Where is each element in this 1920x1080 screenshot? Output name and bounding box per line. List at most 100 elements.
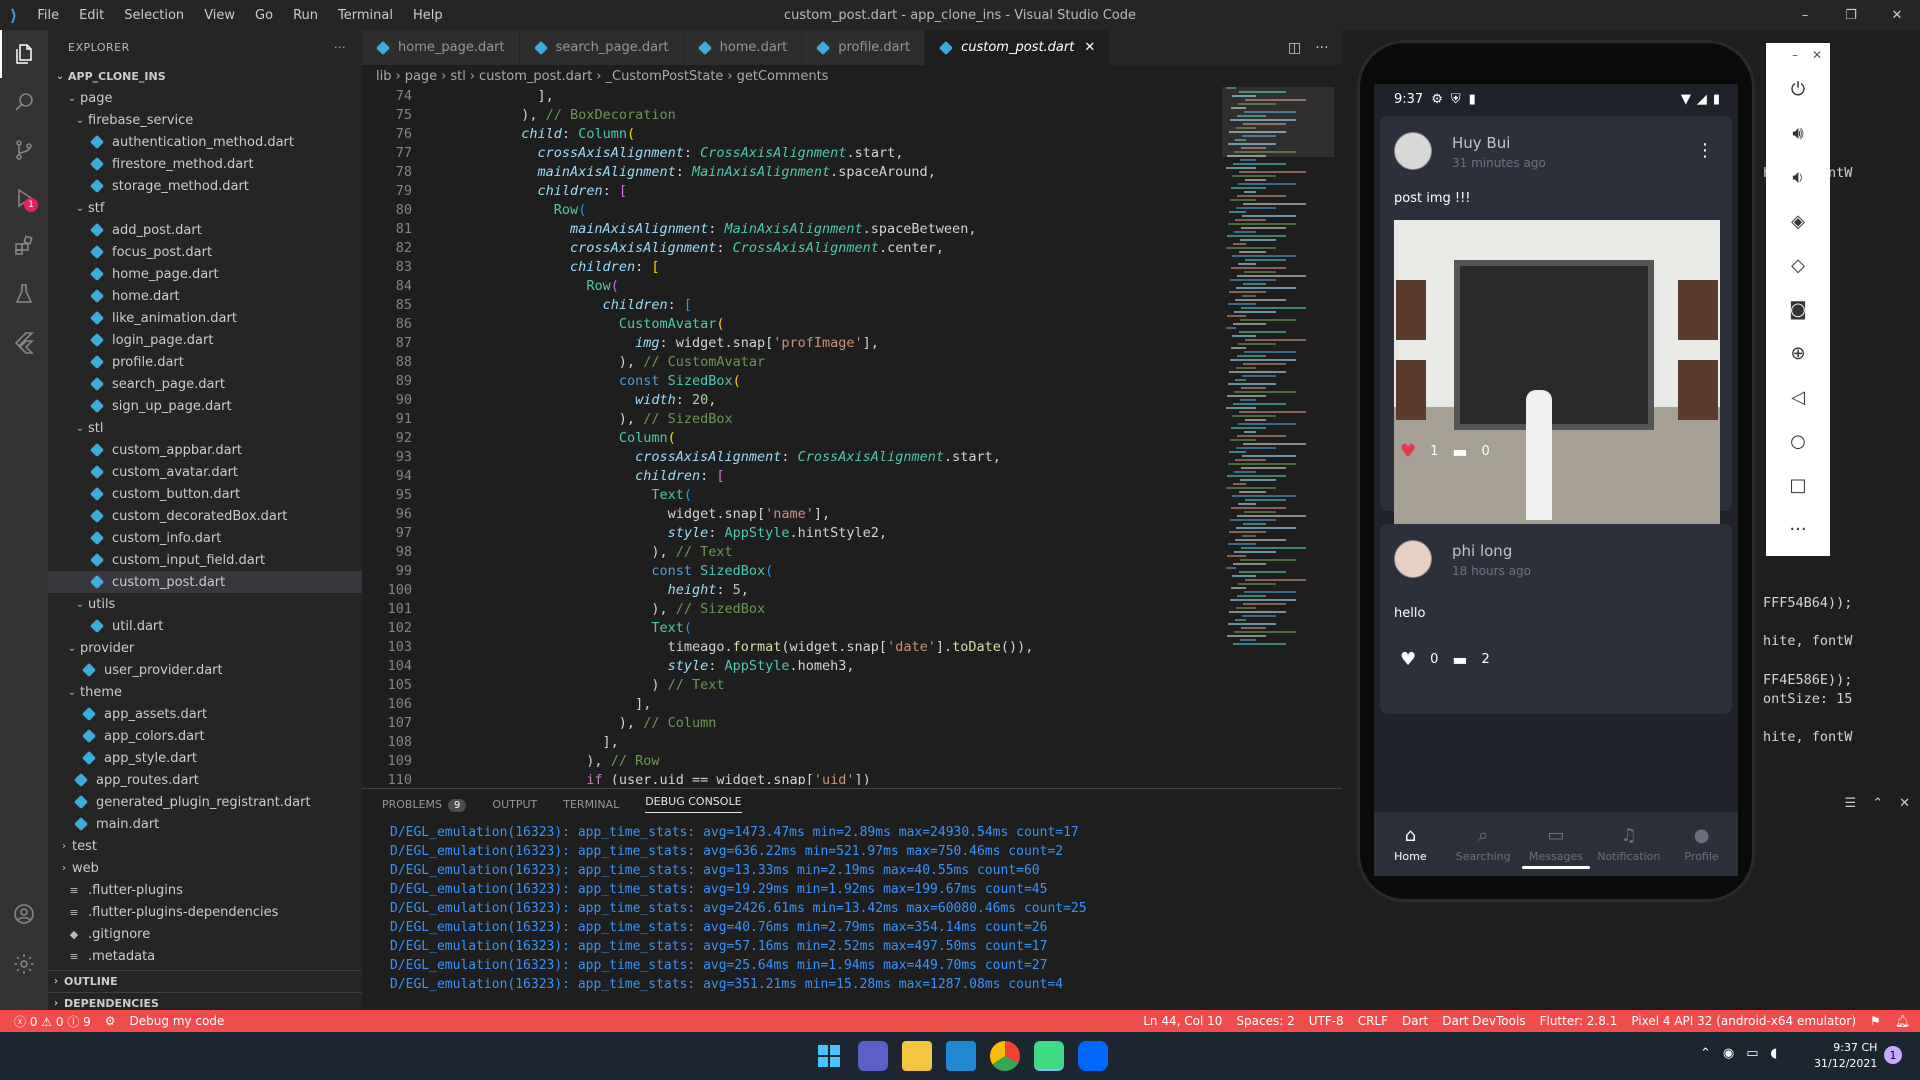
menu-terminal[interactable]: Terminal [328,8,403,23]
extensions-icon[interactable] [0,222,48,270]
file-item[interactable]: custom_avatar.dart [48,461,362,483]
code-line[interactable]: 110 if (user.uid == widget.snap['uid']) [362,771,1342,785]
folder-item[interactable]: › test [48,835,362,857]
file-item[interactable]: custom_post.dart [48,571,362,593]
code-line[interactable]: 95 Text( [362,486,1342,505]
file-item[interactable]: sign_up_page.dart [48,395,362,417]
run-debug-icon[interactable]: 1 [0,174,48,222]
breadcrumb-item[interactable]: page [405,69,437,84]
code-line[interactable]: 80 Row( [362,201,1342,220]
split-editor-icon[interactable]: ◫ [1288,40,1301,56]
breadcrumb-item[interactable]: lib [376,69,391,84]
emulator-close-button[interactable]: ✕ [1812,48,1822,62]
heart-icon[interactable]: ♥ [1400,649,1416,670]
menu-run[interactable]: Run [283,8,328,23]
file-item[interactable]: util.dart [48,615,362,637]
code-line[interactable]: 81 mainAxisAlignment: MainAxisAlignment.… [362,220,1342,239]
status-item[interactable]: Spaces: 2 [1236,1014,1294,1028]
emulator-minimize-button[interactable]: – [1792,48,1798,62]
code-line[interactable]: 98 ), // Text [362,543,1342,562]
code-line[interactable]: 86 CustomAvatar( [362,315,1342,334]
code-line[interactable]: 77 crossAxisAlignment: CrossAxisAlignmen… [362,144,1342,163]
comment-icon[interactable]: ▬ [1452,442,1467,461]
file-item[interactable]: firestore_method.dart [48,153,362,175]
status-item[interactable]: Pixel 4 API 32 (android-x64 emulator) [1631,1014,1856,1028]
folder-item[interactable]: ⌄ stf [48,197,362,219]
code-line[interactable]: 106 ], [362,695,1342,714]
file-item[interactable]: home.dart [48,285,362,307]
code-editor[interactable]: 74 ], 75 ), // BoxDecoration 76 child: Col… [362,87,1342,785]
code-line[interactable]: 96 widget.snap['name'], [362,505,1342,524]
windows-start-icon[interactable] [814,1041,844,1071]
teams-icon[interactable] [858,1041,888,1071]
file-item[interactable]: main.dart [48,813,362,835]
nav-item-home[interactable]: ⌂ Home [1374,812,1447,876]
notification-badge[interactable]: 1 [1884,1046,1902,1064]
code-line[interactable]: 93 crossAxisAlignment: CrossAxisAlignmen… [362,448,1342,467]
code-line[interactable]: 76 child: Column( [362,125,1342,144]
file-item[interactable]: profile.dart [48,351,362,373]
code-line[interactable]: 84 Row( [362,277,1342,296]
zoom-icon[interactable]: ⊕ [1766,331,1830,375]
code-line[interactable]: 90 width: 20, [362,391,1342,410]
status-item[interactable]: UTF-8 [1309,1014,1344,1028]
code-line[interactable]: 87 img: widget.snap['profImage'], [362,334,1342,353]
code-line[interactable]: 97 style: AppStyle.hintStyle2, [362,524,1342,543]
file-item[interactable]: app_assets.dart [48,703,362,725]
code-line[interactable]: 99 const SizedBox( [362,562,1342,581]
avatar[interactable] [1394,540,1432,578]
android-studio-icon[interactable] [1034,1041,1064,1071]
status-item[interactable]: Ln 44, Col 10 [1143,1014,1222,1028]
minimize-button[interactable]: – [1782,0,1828,30]
zalo-icon[interactable] [1078,1041,1108,1071]
heart-icon[interactable]: ♥ [1400,441,1416,462]
file-item[interactable]: home_page.dart [48,263,362,285]
code-line[interactable]: 94 children: [ [362,467,1342,486]
nav-item-profile[interactable]: ● Profile [1665,812,1738,876]
breadcrumb-item[interactable]: stl [450,69,465,84]
bell-icon[interactable]: 🔔︎ [1895,1014,1910,1028]
rotate-right-icon[interactable]: ◇ [1766,243,1830,287]
code-line[interactable]: 89 const SizedBox( [362,372,1342,391]
post-author[interactable]: phi long [1452,542,1512,560]
menu-go[interactable]: Go [245,8,283,23]
file-item[interactable]: app_style.dart [48,747,362,769]
clock[interactable]: 9:37 CH 31/12/2021 [1814,1040,1877,1072]
code-line[interactable]: 104 style: AppStyle.homeh3, [362,657,1342,676]
file-item[interactable]: custom_info.dart [48,527,362,549]
file-explorer-icon[interactable] [902,1041,932,1071]
folder-item[interactable]: ⌄ page [48,87,362,109]
code-line[interactable]: 107 ), // Column [362,714,1342,733]
close-tab-icon[interactable]: ✕ [1084,40,1095,55]
panel-close-icon[interactable]: ✕ [1899,796,1910,811]
tray-chevron-icon[interactable]: ⌃ [1700,1046,1711,1061]
more-vert-icon[interactable]: ⋮ [1696,140,1714,161]
code-line[interactable]: 74 ], [362,87,1342,106]
menu-selection[interactable]: Selection [114,8,194,23]
minimap[interactable] [1222,87,1334,647]
folder-item[interactable]: ⌄ firebase_service [48,109,362,131]
code-line[interactable]: 102 Text( [362,619,1342,638]
nav-item-searching[interactable]: ⌕ Searching [1447,812,1520,876]
phone-screen[interactable]: 9:37 ⚙ ⛨ ▮ ▼ ◢ ▮ Huy Bui 31 minutes ago ⋮ … [1374,84,1738,876]
file-item[interactable]: authentication_method.dart [48,131,362,153]
explorer-more-button[interactable]: ··· [334,41,346,54]
volume-up-icon[interactable]: 🔊︎ [1766,111,1830,155]
panel-tab[interactable]: DEBUG CONSOLE [645,795,742,813]
code-line[interactable]: 109 ), // Row [362,752,1342,771]
editor-tab[interactable]: home_page.dart [362,30,520,65]
feedback-icon[interactable]: ⚑ [1870,1014,1881,1028]
file-item[interactable]: ◆ .gitignore [48,923,362,945]
file-item[interactable]: ≡ .flutter-plugins [48,879,362,901]
editor-tab[interactable]: custom_post.dart ✕ [925,30,1111,65]
file-item[interactable]: custom_appbar.dart [48,439,362,461]
file-item[interactable]: generated_plugin_registrant.dart [48,791,362,813]
more-options-icon[interactable]: ··· [1766,507,1830,551]
code-line[interactable]: 91 ), // SizedBox [362,410,1342,429]
file-item[interactable]: like_animation.dart [48,307,362,329]
flutter-icon[interactable] [0,318,48,366]
problems-status[interactable]: ⓧ 0 ⚠ 0 ⓘ 9 [14,1013,91,1030]
status-item[interactable]: Dart [1402,1014,1428,1028]
outline-section[interactable]: › OUTLINE [48,970,362,992]
post-author[interactable]: Huy Bui [1452,134,1510,152]
